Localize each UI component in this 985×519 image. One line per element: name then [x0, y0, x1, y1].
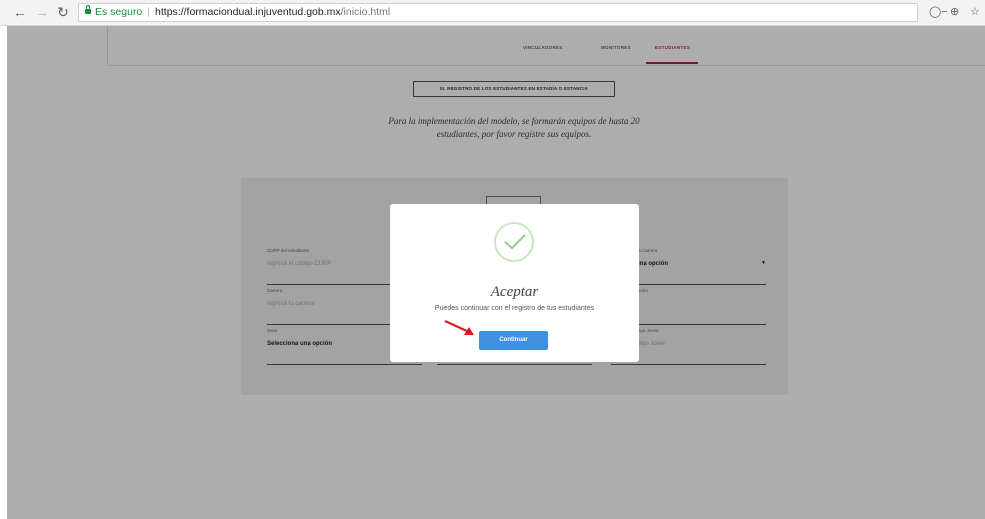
- key-icon[interactable]: ◯−: [929, 5, 948, 18]
- modal-message: Puedes continuar con el registro de tus …: [434, 305, 595, 312]
- checkmark-icon: [494, 222, 534, 262]
- url-host: https://formaciondual.injuventud.gob.mx: [155, 6, 341, 18]
- zoom-icon[interactable]: ⊕: [950, 5, 959, 18]
- browser-toolbar: ← → ↻ Es seguro | https://formaciondual.in…: [0, 0, 985, 26]
- address-separator: |: [147, 6, 151, 18]
- star-icon[interactable]: ☆: [970, 5, 980, 18]
- continue-button[interactable]: Continuar: [479, 331, 548, 350]
- reload-icon[interactable]: ↻: [55, 4, 71, 20]
- confirmation-modal: Aceptar Puedes continuar con el registro…: [390, 204, 639, 362]
- arrow-right-icon[interactable]: →: [34, 4, 50, 20]
- url-path: /inicio.html: [340, 6, 391, 18]
- secure-label: Es seguro: [95, 6, 143, 18]
- arrow-left-icon[interactable]: ←: [12, 4, 28, 20]
- red-arrow-icon: [444, 320, 474, 335]
- lock-icon: [85, 5, 91, 14]
- modal-title: Aceptar: [490, 284, 539, 300]
- address-bar[interactable]: Es seguro | https://formaciondual.injuvent…: [78, 3, 918, 22]
